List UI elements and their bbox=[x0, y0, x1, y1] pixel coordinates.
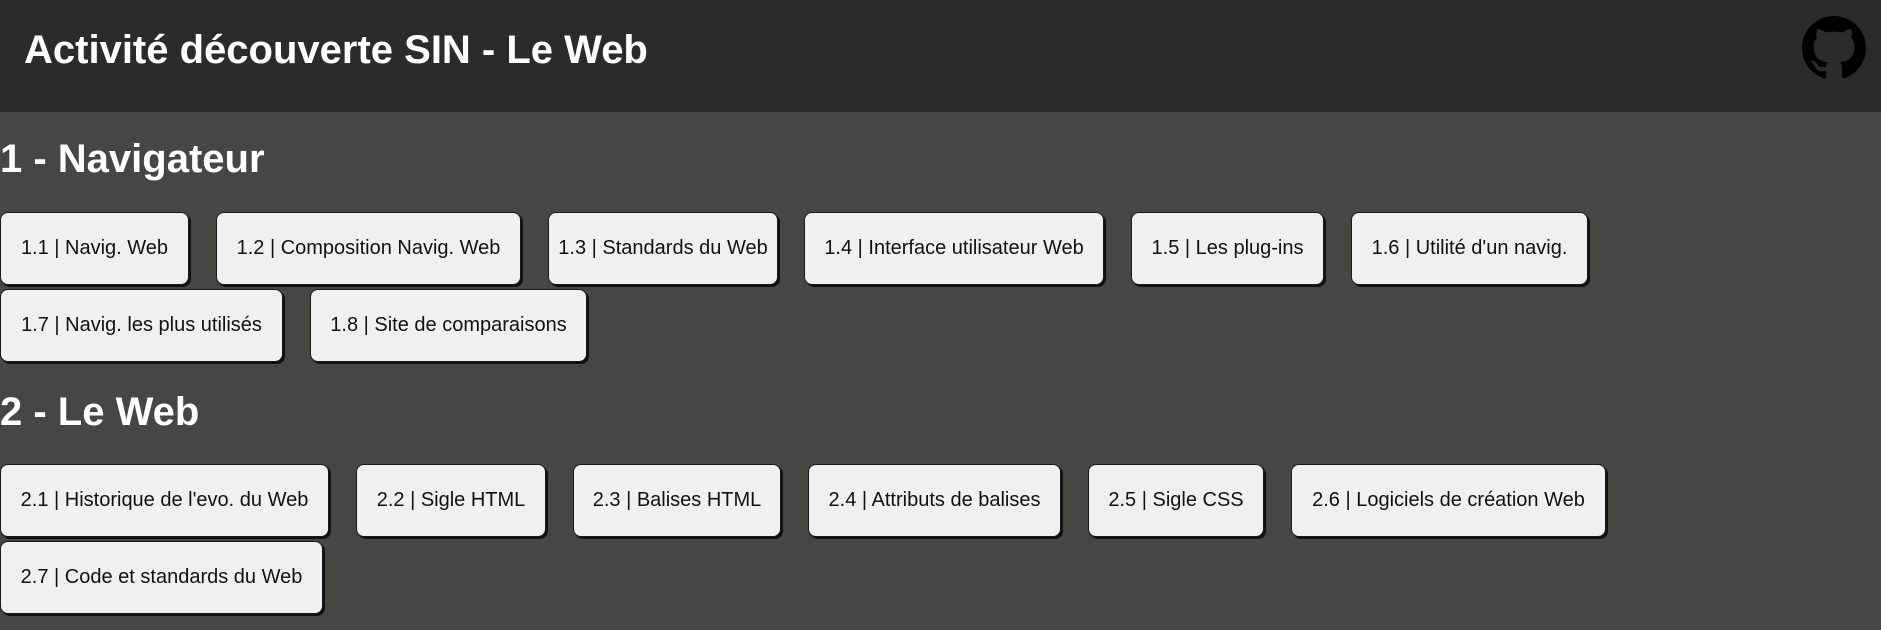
link-button-1-3[interactable]: 1.3 | Standards du Web bbox=[548, 212, 778, 285]
link-button-1-1[interactable]: 1.1 | Navig. Web bbox=[0, 212, 189, 285]
link-button-1-5[interactable]: 1.5 | Les plug-ins bbox=[1131, 212, 1324, 285]
section-title: 2 - Le Web bbox=[0, 390, 200, 434]
button-group: 2.1 | Historique de l'evo. du Web 2.2 | … bbox=[0, 464, 1640, 614]
link-button-2-1[interactable]: 2.1 | Historique de l'evo. du Web bbox=[0, 464, 329, 537]
link-button-1-4[interactable]: 1.4 | Interface utilisateur Web bbox=[804, 212, 1104, 285]
link-button-2-2[interactable]: 2.2 | Sigle HTML bbox=[356, 464, 546, 537]
link-button-1-6[interactable]: 1.6 | Utilité d'un navig. bbox=[1351, 212, 1588, 285]
link-button-2-5[interactable]: 2.5 | Sigle CSS bbox=[1088, 464, 1264, 537]
link-button-1-7[interactable]: 1.7 | Navig. les plus utilisés bbox=[0, 289, 283, 362]
link-button-2-3[interactable]: 2.3 | Balises HTML bbox=[573, 464, 781, 537]
github-link[interactable] bbox=[1802, 16, 1866, 80]
link-button-2-6[interactable]: 2.6 | Logiciels de création Web bbox=[1291, 464, 1606, 537]
link-button-1-2[interactable]: 1.2 | Composition Navig. Web bbox=[216, 212, 521, 285]
section-title: 1 - Navigateur bbox=[0, 137, 265, 181]
link-button-2-4[interactable]: 2.4 | Attributs de balises bbox=[808, 464, 1061, 537]
link-button-1-8[interactable]: 1.8 | Site de comparaisons bbox=[310, 289, 587, 362]
page-header: Activité découverte SIN - Le Web bbox=[0, 0, 1881, 112]
github-icon bbox=[1802, 16, 1866, 79]
page-title: Activité découverte SIN - Le Web bbox=[24, 28, 648, 72]
link-button-2-7[interactable]: 2.7 | Code et standards du Web bbox=[0, 541, 323, 614]
button-group: 1.1 | Navig. Web 1.2 | Composition Navig… bbox=[0, 212, 1640, 362]
